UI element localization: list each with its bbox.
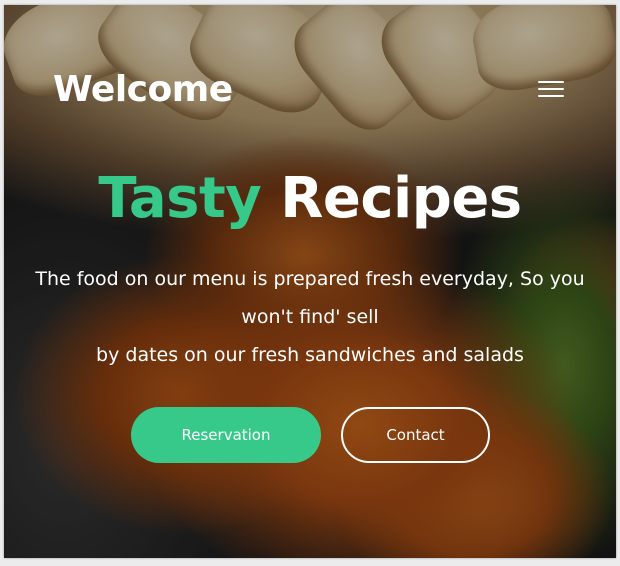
hero-title-rest: Recipes: [280, 166, 522, 231]
hero-title: Tasty Recipes: [4, 164, 616, 234]
brand-title: Welcome: [53, 69, 233, 110]
hero-description: The food on our menu is prepared fresh e…: [10, 260, 610, 374]
hero-description-line: The food on our menu is prepared fresh e…: [35, 268, 585, 328]
contact-button[interactable]: Contact: [341, 407, 490, 463]
hero-title-accent: Tasty: [98, 166, 262, 231]
hero-description-line: by dates on our fresh sandwiches and sal…: [96, 344, 524, 366]
reservation-button[interactable]: Reservation: [131, 407, 321, 463]
hamburger-menu-icon[interactable]: [538, 79, 566, 99]
hero-section: Welcome Tasty Recipes The food on our me…: [4, 5, 616, 558]
